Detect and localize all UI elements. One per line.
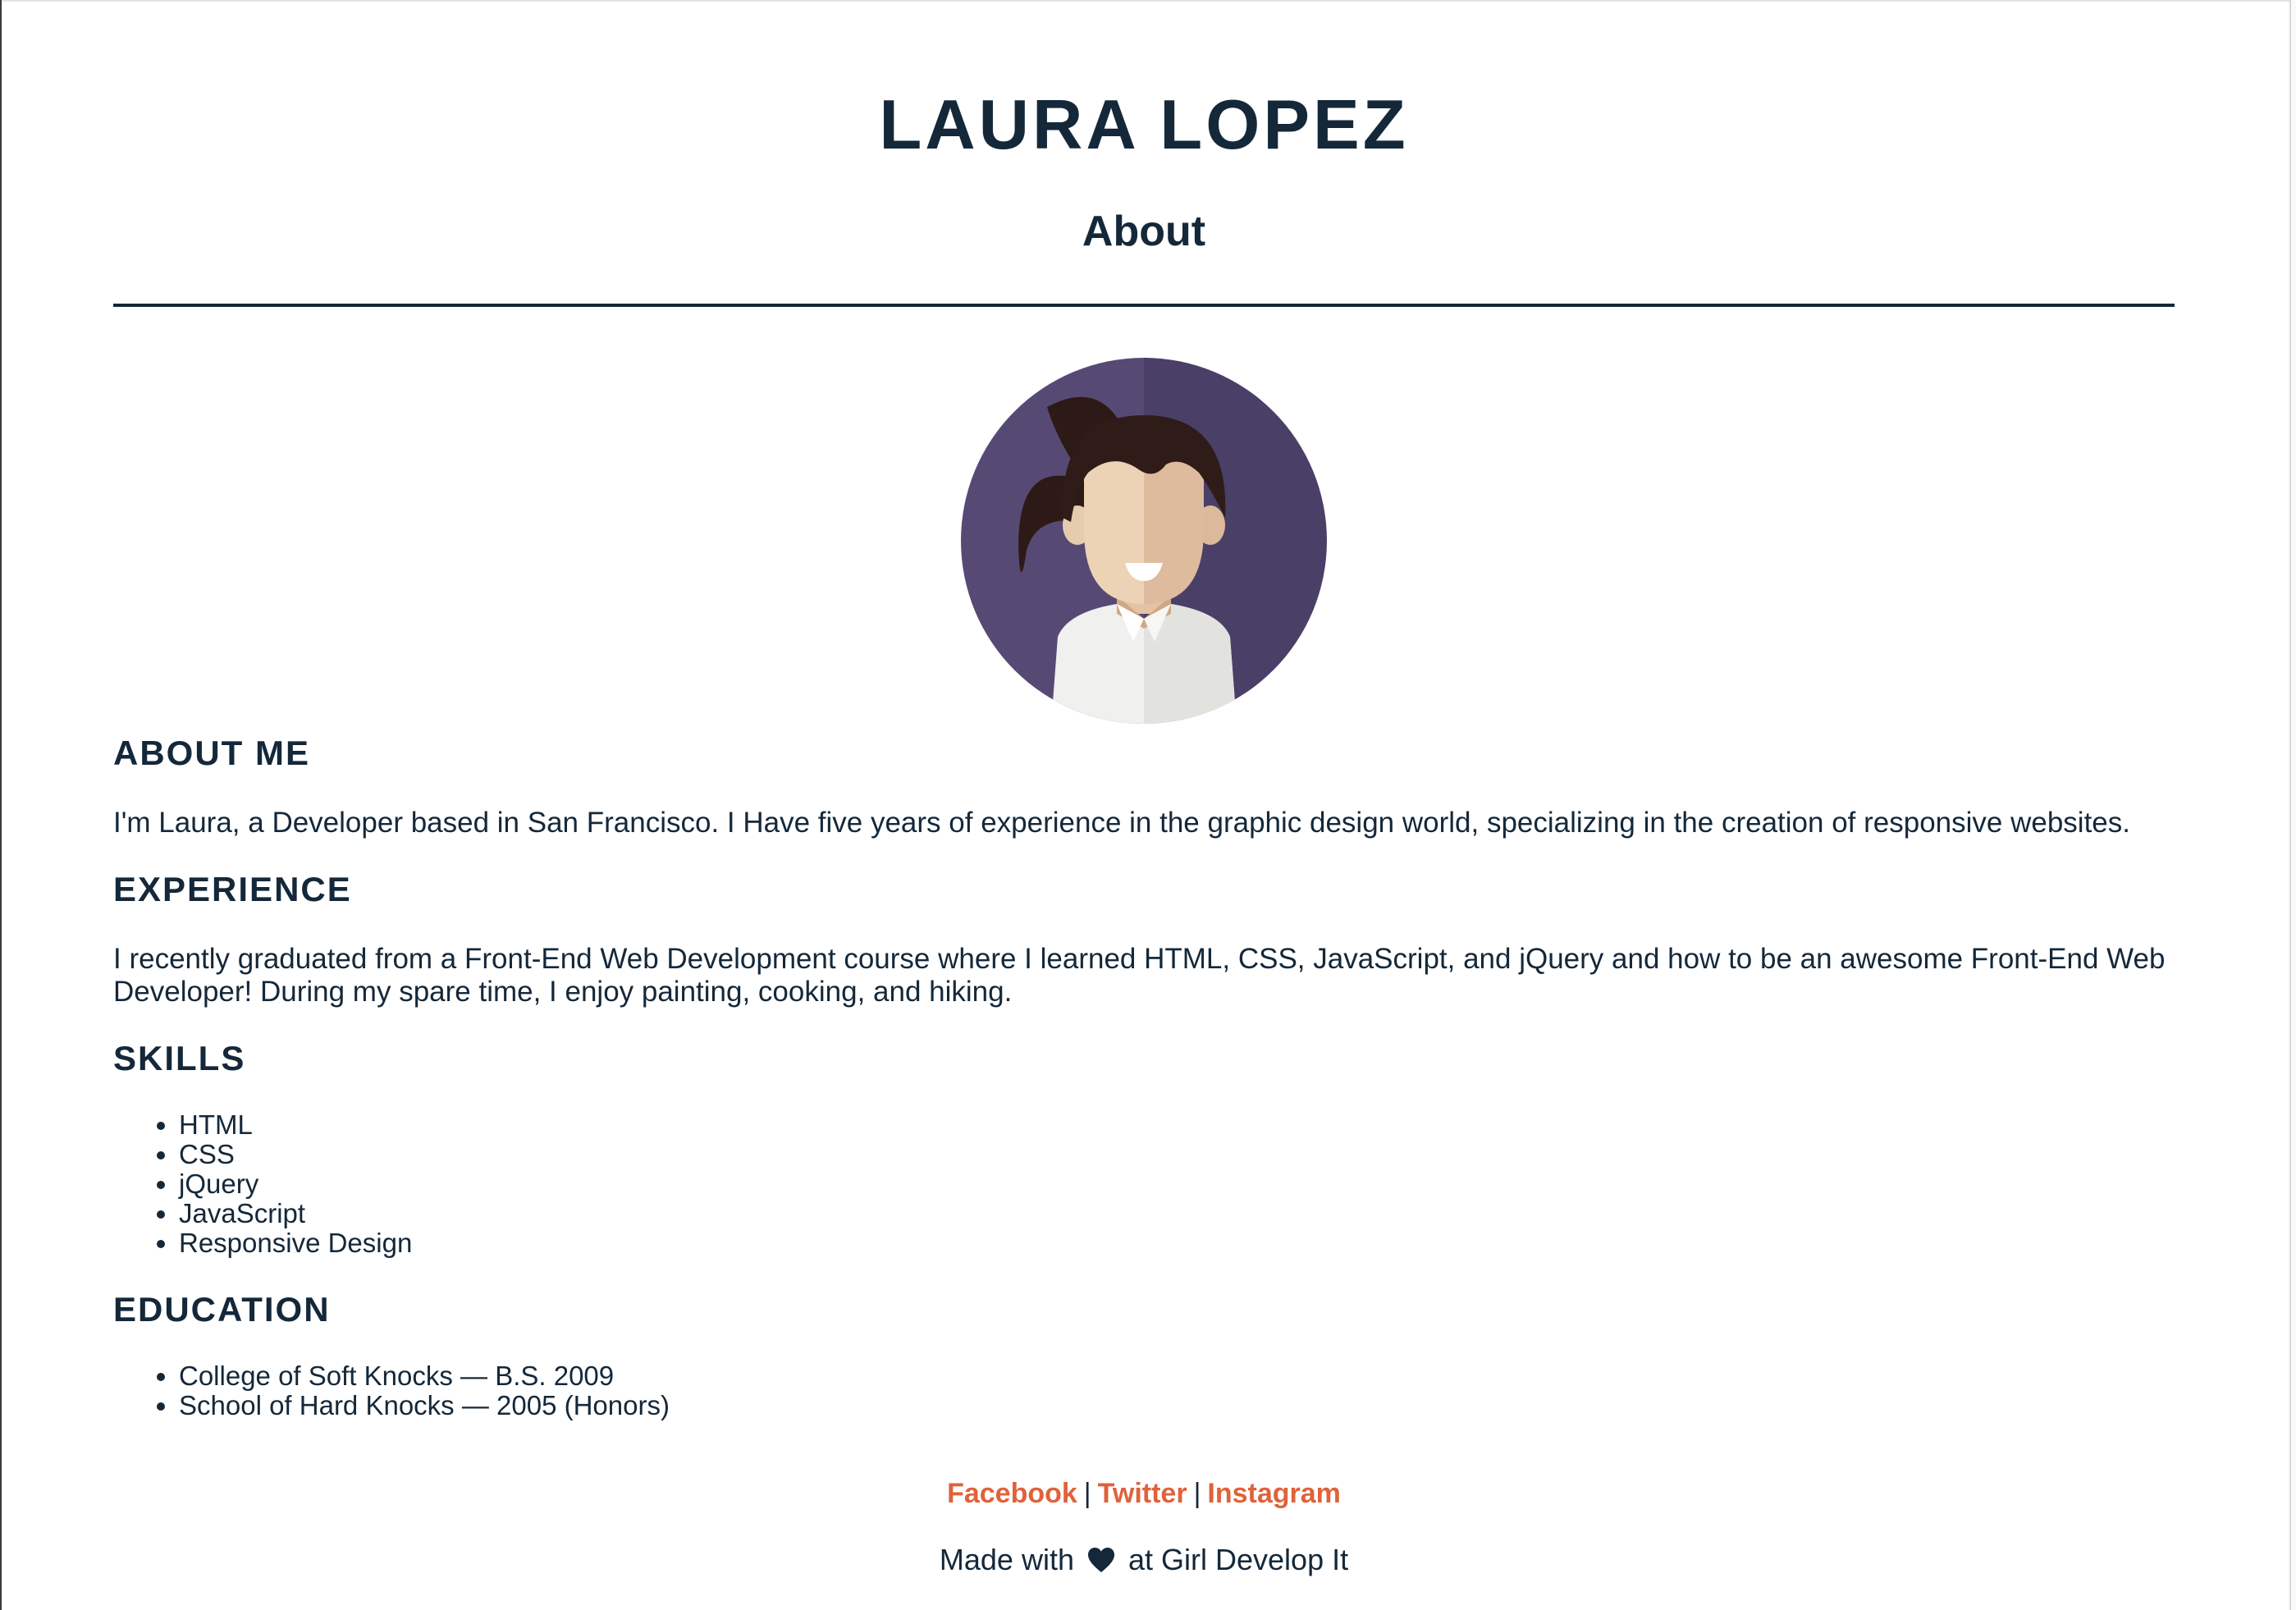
- list-item: College of Soft Knocks — B.S. 2009: [179, 1361, 670, 1391]
- link-separator: |: [1083, 1478, 1091, 1509]
- made-with-prefix: Made with: [939, 1543, 1074, 1576]
- list-item: School of Hard Knocks — 2005 (Honors): [179, 1391, 670, 1420]
- link-separator: |: [1193, 1478, 1201, 1509]
- about-heading: ABOUT ME: [113, 734, 310, 772]
- list-item: HTML: [179, 1110, 412, 1140]
- list-item: CSS: [179, 1140, 412, 1169]
- list-item: jQuery: [179, 1169, 412, 1199]
- social-links: Facebook | Twitter | Instagram: [113, 1477, 2175, 1510]
- facebook-link[interactable]: Facebook: [947, 1478, 1077, 1509]
- experience-heading: EXPERIENCE: [113, 870, 352, 908]
- education-heading: EDUCATION: [113, 1290, 331, 1329]
- skills-heading: SKILLS: [113, 1039, 246, 1077]
- experience-text-line-2: Developer! During my spare time, I enjoy…: [113, 976, 1013, 1008]
- instagram-link[interactable]: Instagram: [1207, 1478, 1341, 1509]
- site-title: LAURA LOPEZ: [879, 86, 1409, 164]
- made-with-suffix: at Girl Develop It: [1128, 1543, 1349, 1576]
- list-item: Responsive Design: [179, 1228, 412, 1258]
- scrollbar[interactable]: [2289, 0, 2296, 1610]
- header-divider: [113, 304, 2175, 307]
- woman-avatar-icon: [961, 358, 1327, 724]
- experience-text: I recently graduated from a Front-End We…: [113, 943, 2175, 1009]
- skills-list: HTML CSS jQuery JavaScript Responsive De…: [113, 1110, 412, 1258]
- page-subtitle: About: [1082, 208, 1206, 255]
- list-item: JavaScript: [179, 1199, 412, 1228]
- made-with-credit: Made with at Girl Develop It: [113, 1543, 2175, 1577]
- education-list: College of Soft Knocks — B.S. 2009 Schoo…: [113, 1361, 670, 1420]
- experience-text-line-1: I recently graduated from a Front-End We…: [113, 943, 2166, 975]
- twitter-link[interactable]: Twitter: [1098, 1478, 1187, 1509]
- heart-icon: [1087, 1548, 1114, 1572]
- about-text: I'm Laura, a Developer based in San Fran…: [113, 807, 2130, 839]
